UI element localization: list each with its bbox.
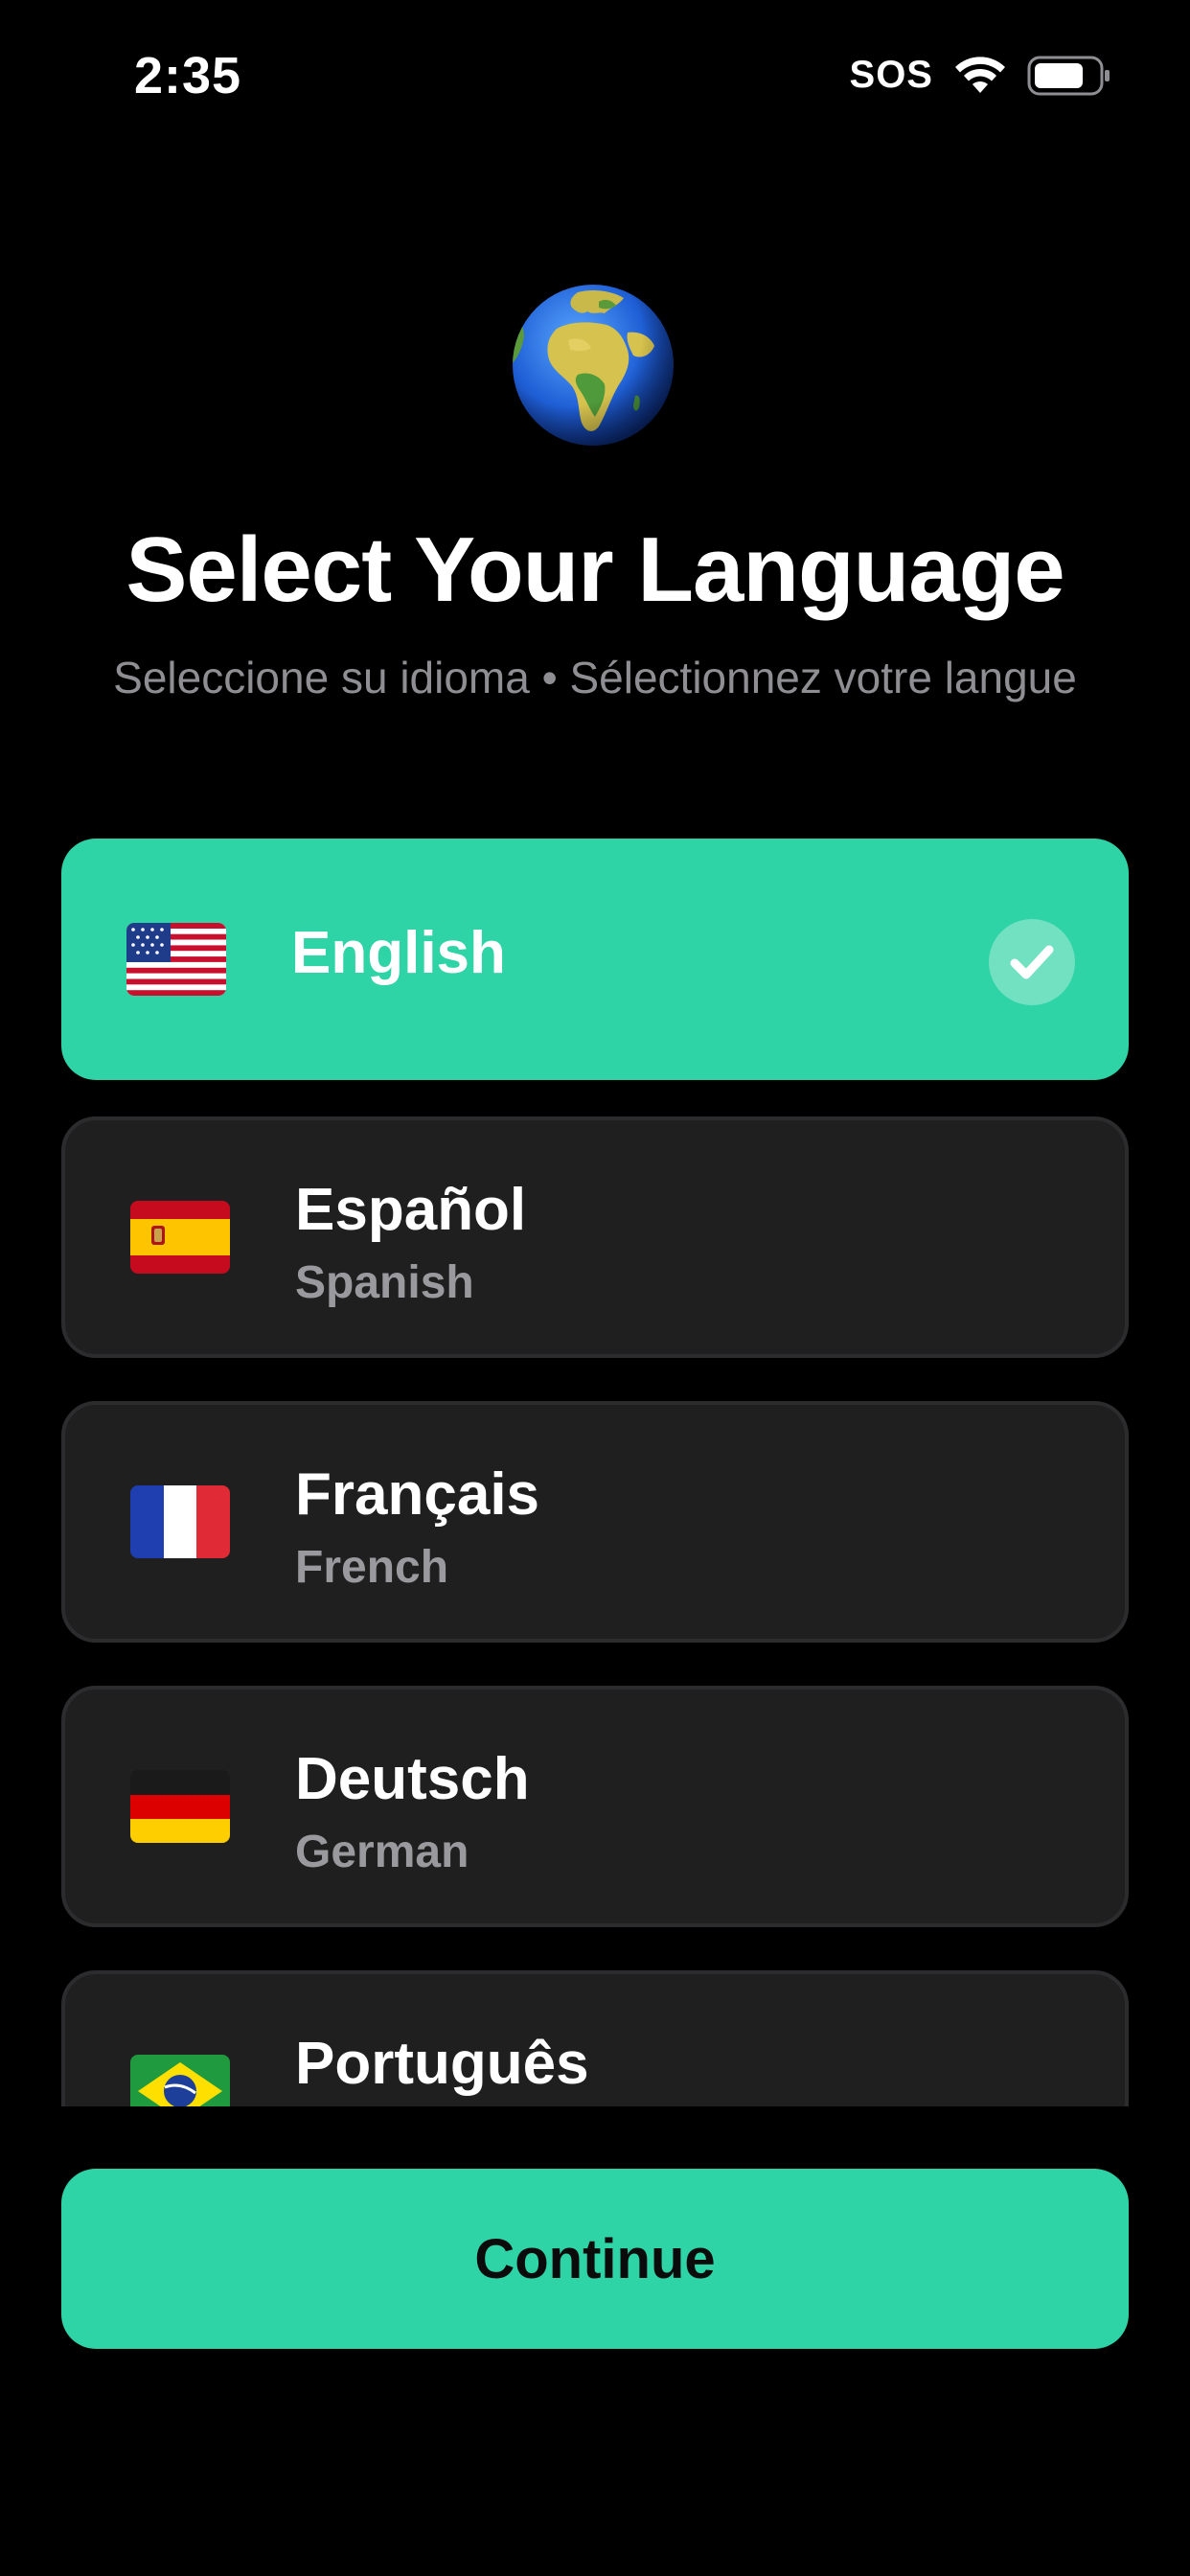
language-option-portuguese[interactable]: Português bbox=[61, 1970, 1129, 2106]
battery-icon bbox=[1027, 56, 1111, 96]
globe-icon bbox=[511, 283, 675, 448]
us-flag-icon bbox=[126, 923, 226, 996]
status-bar: 2:35 SOS bbox=[0, 0, 1190, 163]
language-native-name: Français bbox=[295, 1461, 540, 1528]
language-native-name: Español bbox=[295, 1177, 527, 1243]
language-native-name: Português bbox=[295, 2031, 589, 2097]
france-flag-icon bbox=[130, 1485, 230, 1558]
germany-flag-icon bbox=[130, 1770, 230, 1843]
language-option-french[interactable]: Français French bbox=[61, 1401, 1129, 1643]
language-native-name: Deutsch bbox=[295, 1746, 530, 1812]
continue-button-label: Continue bbox=[474, 2227, 716, 2290]
language-option-german[interactable]: Deutsch German bbox=[61, 1686, 1129, 1927]
spain-flag-icon bbox=[130, 1201, 230, 1274]
language-english-name: German bbox=[295, 1827, 469, 1877]
language-native-name: English bbox=[291, 920, 506, 986]
language-list[interactable]: English Español Spanish Français French … bbox=[61, 839, 1129, 2106]
checkmark-icon bbox=[989, 919, 1075, 1005]
page-title: Select Your Language bbox=[126, 518, 1064, 621]
brazil-flag-icon bbox=[130, 2055, 230, 2106]
language-english-name: Spanish bbox=[295, 1257, 474, 1308]
sos-indicator: SOS bbox=[849, 54, 933, 96]
language-option-spanish[interactable]: Español Spanish bbox=[61, 1116, 1129, 1358]
status-time: 2:35 bbox=[134, 47, 242, 104]
page-subtitle: Seleccione su idioma • Sélectionnez votr… bbox=[113, 653, 1077, 702]
status-indicators: SOS bbox=[850, 54, 1111, 97]
continue-button[interactable]: Continue bbox=[61, 2169, 1129, 2349]
language-option-english[interactable]: English bbox=[61, 839, 1129, 1080]
wifi-icon bbox=[954, 56, 1006, 95]
language-english-name: French bbox=[295, 1542, 449, 1593]
